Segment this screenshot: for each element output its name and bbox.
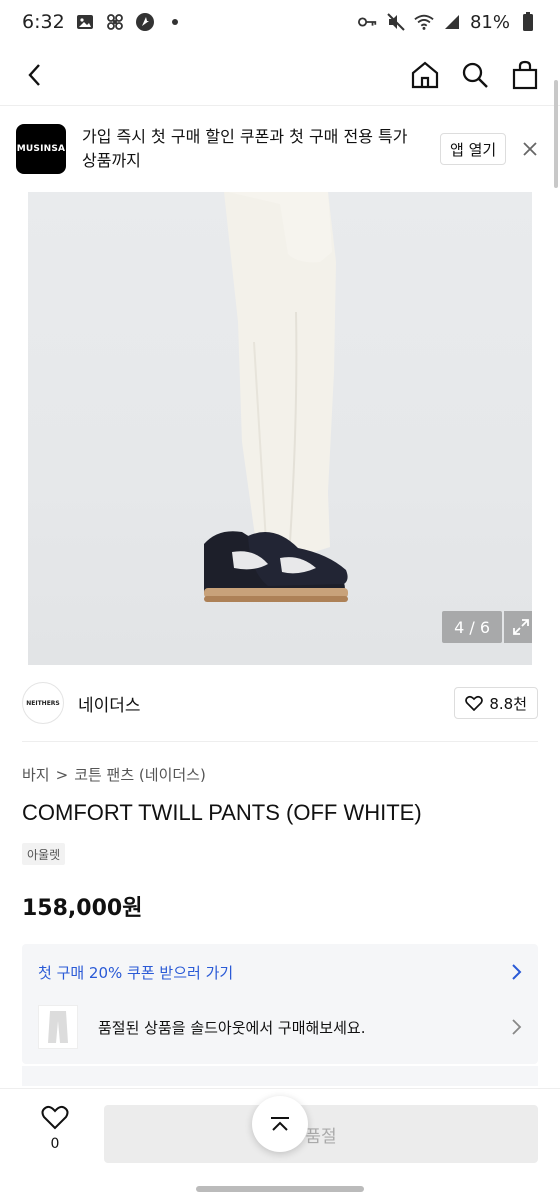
home-indicator[interactable]	[196, 1186, 364, 1192]
product-price: 158,000원	[22, 896, 143, 921]
product-thumbnail	[38, 1005, 78, 1049]
status-time: 6:32	[22, 11, 65, 33]
scroll-to-top-button[interactable]	[252, 1096, 308, 1152]
breadcrumb: 바지 > 코튼 팬츠 (네이더스)	[22, 764, 206, 785]
app-notification-icon	[135, 12, 155, 32]
coupon-link[interactable]: 첫 구매 20% 쿠폰 받으러 가기	[38, 958, 522, 986]
outlet-tag: 아울렛	[22, 843, 66, 865]
promo-card-extension	[22, 1066, 538, 1086]
battery-icon	[518, 12, 538, 32]
brand-like-count: 8.8천	[489, 694, 527, 713]
key-icon	[357, 12, 378, 32]
brand-logo[interactable]: NEITHERS	[22, 682, 64, 724]
page-scrollbar[interactable]	[554, 80, 558, 188]
scroll-up-icon	[271, 1117, 289, 1131]
wishlist-button[interactable]: 0	[34, 1105, 76, 1152]
promo-card: 첫 구매 20% 쿠폰 받으러 가기 품절된 상품을 솔드아웃에서 구매해보세요…	[22, 944, 538, 1064]
pinwheel-icon	[105, 12, 125, 32]
signal-icon	[442, 12, 462, 32]
soldout-button[interactable]: 품절	[104, 1105, 538, 1163]
soldout-text: 품절된 상품을 솔드아웃에서 구매해보세요.	[98, 1018, 366, 1037]
home-button[interactable]	[408, 58, 442, 92]
home-icon	[411, 61, 439, 88]
product-title: COMFORT TWILL PANTS (OFF WHITE)	[22, 800, 422, 825]
banner-message: 가입 즉시 첫 구매 할인 쿠폰과 첫 구매 전용 특가 상품까지	[82, 127, 408, 170]
brand-row[interactable]: NEITHERS 네이더스 8.8천	[22, 680, 538, 726]
breadcrumb-category[interactable]: 바지	[22, 764, 50, 785]
breadcrumb-separator: >	[55, 765, 69, 784]
banner-close-button[interactable]	[518, 137, 542, 161]
gallery-icon	[75, 12, 95, 32]
battery-percent: 81%	[469, 11, 510, 33]
chevron-right-icon	[512, 1019, 522, 1035]
chevron-right-icon	[512, 964, 522, 980]
gallery-page-indicator: 4 / 6	[442, 611, 502, 643]
product-image[interactable]: 4 / 6	[28, 192, 532, 665]
expand-icon	[513, 619, 529, 635]
heart-outline-icon	[465, 695, 484, 711]
shopping-bag-icon	[512, 60, 538, 89]
app-banner: MUSINSA 가입 즉시 첫 구매 할인 쿠폰과 첫 구매 전용 특가 상품까…	[0, 106, 560, 192]
coupon-text: 첫 구매 20% 쿠폰 받으러 가기	[38, 963, 234, 982]
brand-name[interactable]: 네이더스	[78, 691, 141, 716]
product-photo	[204, 192, 348, 602]
brand-like-button[interactable]: 8.8천	[454, 687, 538, 719]
search-icon	[462, 62, 488, 88]
breadcrumb-subcategory[interactable]: 코튼 팬츠 (네이더스)	[74, 764, 206, 785]
open-app-button[interactable]: 앱 열기	[440, 133, 507, 165]
status-bar: 6:32 81%	[0, 0, 560, 44]
chevron-left-icon	[28, 63, 40, 86]
cart-button[interactable]	[508, 58, 542, 92]
musinsa-logo: MUSINSA	[16, 124, 66, 174]
mute-icon	[386, 12, 406, 32]
close-icon	[523, 142, 537, 156]
top-nav	[0, 44, 560, 106]
divider	[22, 741, 538, 742]
heart-outline-icon	[41, 1105, 69, 1130]
back-button[interactable]	[18, 58, 52, 92]
wishlist-count: 0	[50, 1136, 60, 1152]
wifi-icon	[414, 12, 434, 32]
expand-image-button[interactable]	[504, 611, 532, 643]
search-button[interactable]	[458, 58, 492, 92]
soldout-link[interactable]: 품절된 상품을 솔드아웃에서 구매해보세요.	[38, 1002, 522, 1052]
more-dot-icon	[165, 12, 185, 32]
